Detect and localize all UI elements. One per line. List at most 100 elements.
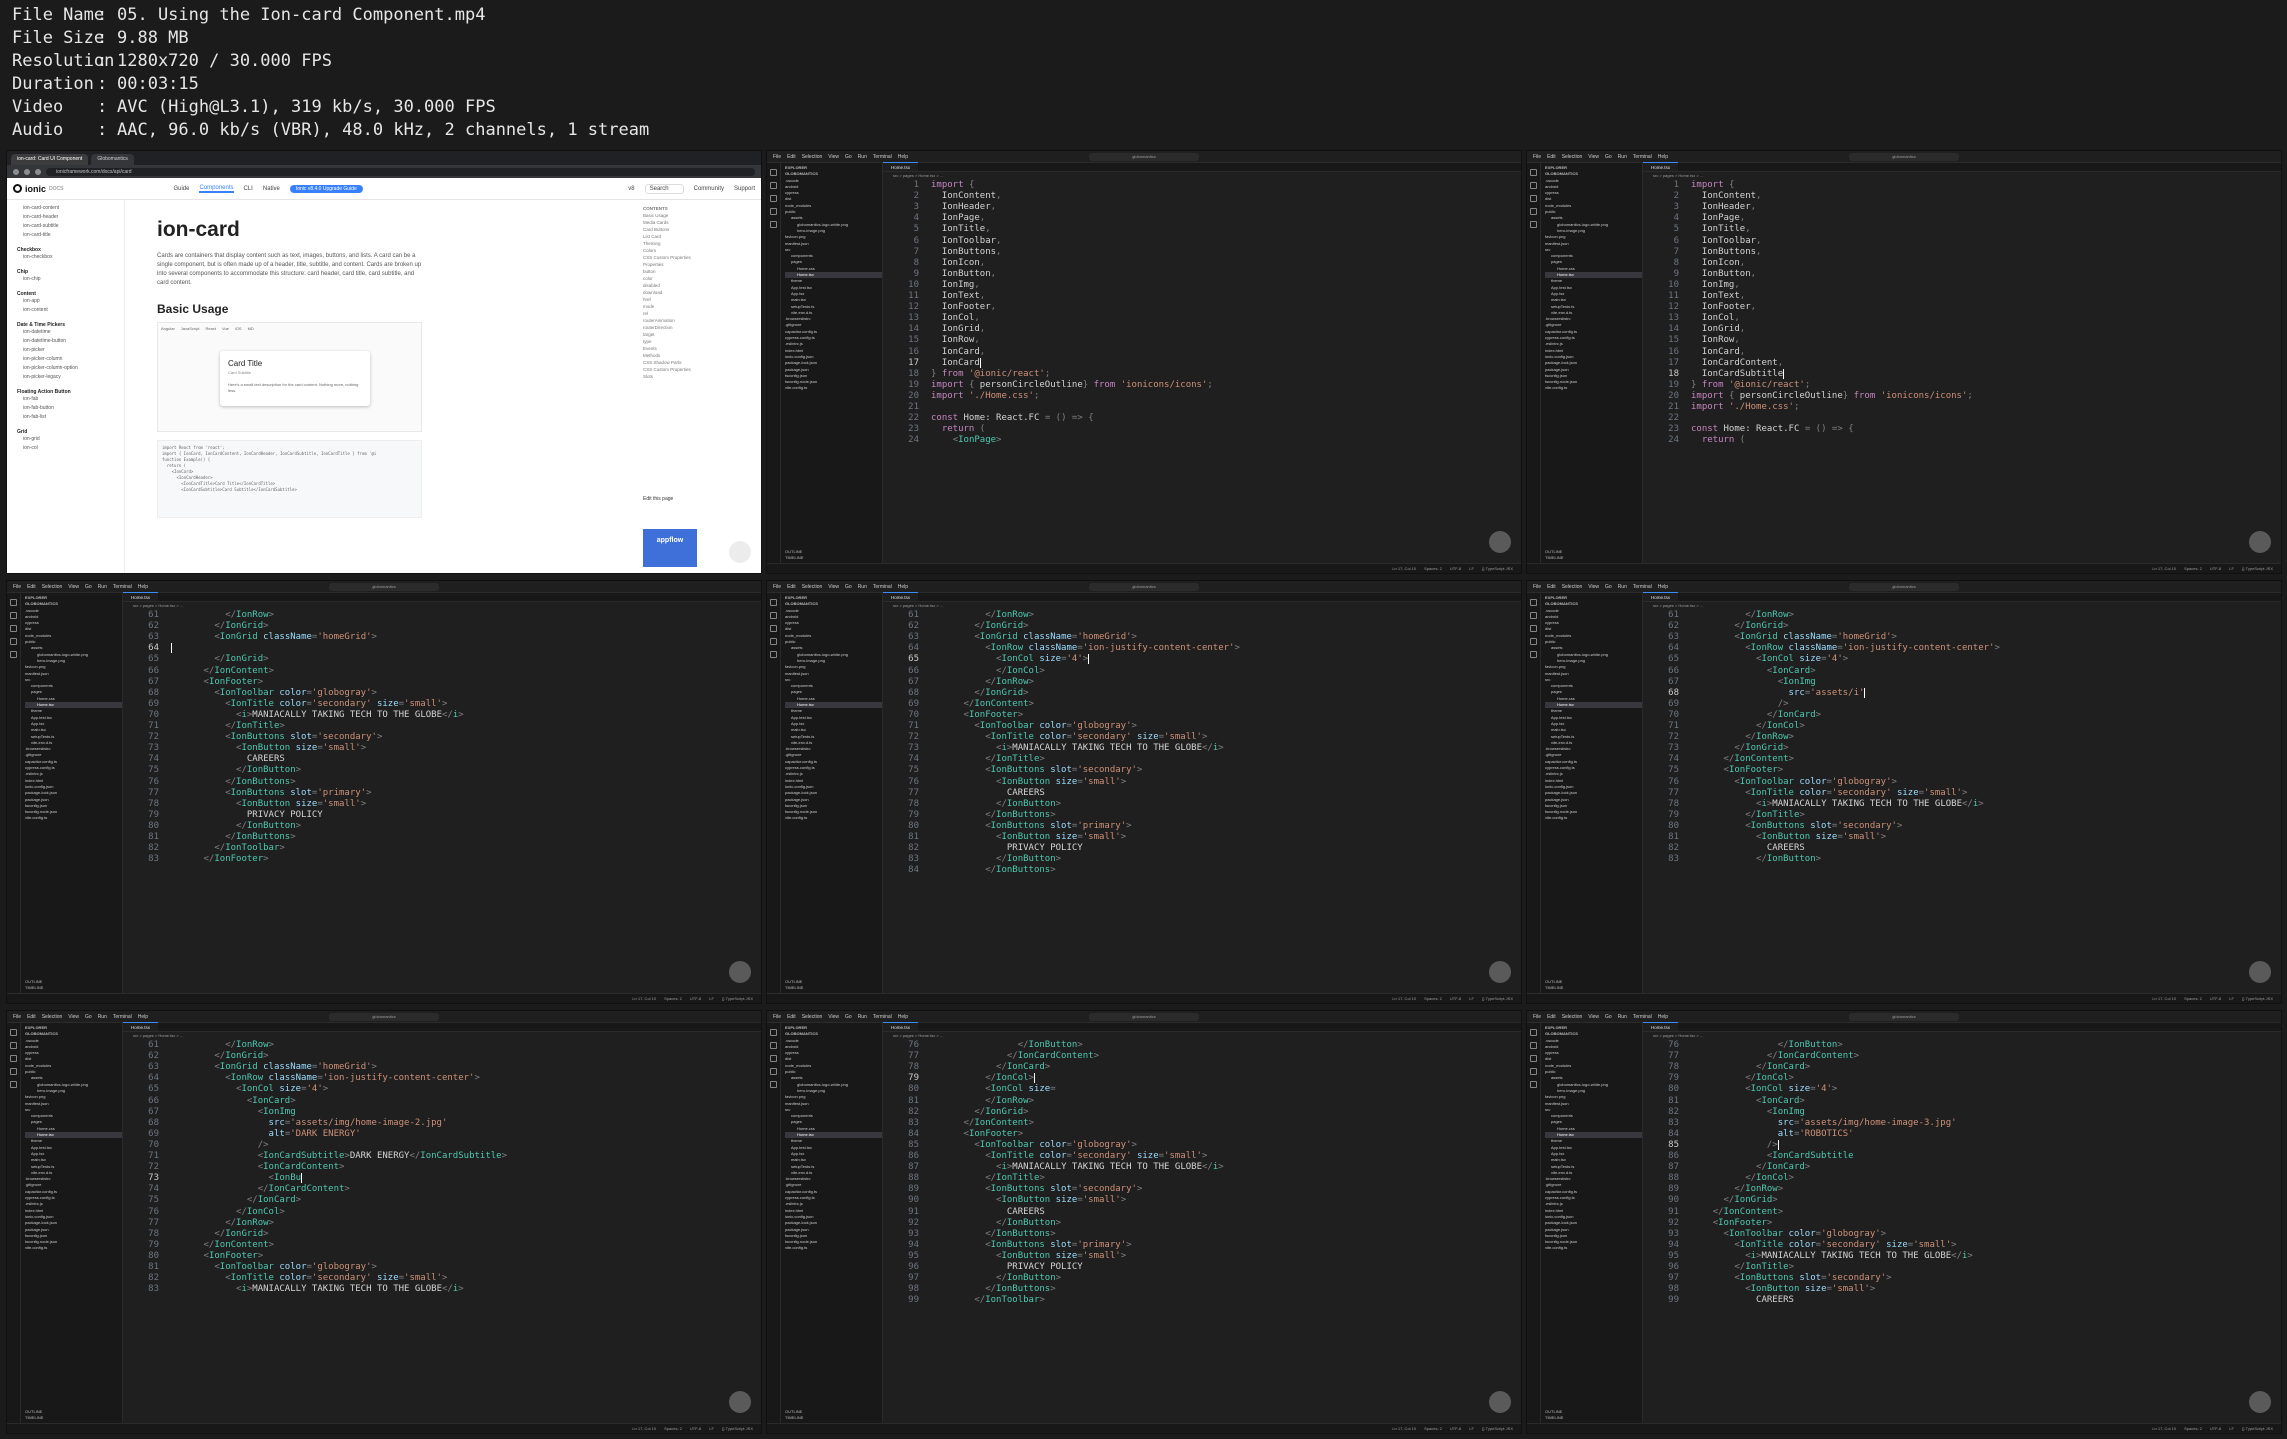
status-item[interactable]: {} TypeScript JSX (722, 1426, 753, 1431)
toc-item[interactable]: Properties (643, 261, 723, 268)
support-menu[interactable]: Support (734, 186, 755, 192)
status-item[interactable]: UTF-8 (2210, 566, 2221, 571)
sidebar-item[interactable]: ion-content (23, 306, 124, 315)
toc-item[interactable]: color (643, 275, 723, 282)
menu-item[interactable]: Edit (1547, 584, 1556, 590)
menu-item[interactable]: Go (1605, 584, 1612, 590)
status-item[interactable]: UTF-8 (1450, 1426, 1461, 1431)
toc-item[interactable]: Methods (643, 352, 723, 359)
menu-item[interactable]: Run (858, 584, 867, 590)
extensions-icon[interactable] (10, 651, 17, 658)
command-center[interactable]: globomantics (1849, 582, 1959, 591)
editor-tab[interactable]: Home.tsx (883, 1022, 919, 1031)
browser-tab[interactable]: ion-card: Card UI Component (11, 154, 89, 165)
editor-area[interactable]: Home.tsx src > pages > Home.tsx > ... 61 <… (883, 592, 1521, 993)
menu-item[interactable]: Run (1618, 1014, 1627, 1020)
nav-components[interactable]: Components (199, 185, 234, 193)
sidebar-item[interactable]: ion-col (23, 444, 124, 453)
status-item[interactable]: Ln 17, Col 10 (1392, 996, 1416, 1001)
nav-guide[interactable]: Guide (173, 186, 189, 192)
status-item[interactable]: Spaces: 2 (1424, 566, 1442, 571)
menu-item[interactable]: Terminal (1633, 584, 1652, 590)
reload-icon[interactable] (35, 168, 41, 175)
menu-item[interactable]: Go (845, 154, 852, 160)
toc-item[interactable]: Theming (643, 240, 723, 247)
demo-tab[interactable]: Vue (222, 326, 229, 331)
nav-native[interactable]: Native (263, 186, 280, 192)
files-icon[interactable] (10, 599, 17, 606)
menu-item[interactable]: Selection (42, 1014, 63, 1020)
status-item[interactable]: Ln 17, Col 10 (632, 996, 656, 1001)
search-icon[interactable] (10, 1042, 17, 1049)
editor-tab[interactable]: Home.tsx (123, 592, 159, 601)
menu-item[interactable]: Edit (1547, 154, 1556, 160)
sidebar-item[interactable]: ion-card-content (23, 204, 124, 213)
menu-item[interactable]: Go (1605, 154, 1612, 160)
source-control-icon[interactable] (1530, 625, 1537, 632)
status-item[interactable]: {} TypeScript JSX (2242, 1426, 2273, 1431)
toc-item[interactable]: Basic Usage (643, 212, 723, 219)
demo-tab[interactable]: JavaScript (181, 326, 200, 331)
explorer-section[interactable]: TIMELINE (785, 985, 803, 991)
status-item[interactable]: {} TypeScript JSX (1482, 996, 1513, 1001)
command-center[interactable]: globomantics (329, 1012, 439, 1021)
search-icon[interactable] (770, 612, 777, 619)
explorer-item[interactable]: vite.config.ts (785, 1245, 882, 1251)
breadcrumb[interactable]: src > pages > Home.tsx > ... (1643, 172, 2281, 180)
menu-item[interactable]: Selection (42, 584, 63, 590)
extensions-icon[interactable] (1530, 221, 1537, 228)
menu-item[interactable]: Help (138, 1014, 148, 1020)
menu-item[interactable]: Selection (802, 1014, 823, 1020)
toc-item[interactable]: rel (643, 310, 723, 317)
explorer-item[interactable]: vite.config.ts (25, 815, 122, 821)
sidebar-item[interactable]: ion-picker-column (23, 355, 124, 364)
status-item[interactable]: {} TypeScript JSX (2242, 566, 2273, 571)
toc-item[interactable]: CSS Custom Properties (643, 254, 723, 261)
appflow-ad[interactable]: appflow (643, 529, 697, 567)
menu-item[interactable]: Go (845, 1014, 852, 1020)
sidebar-item[interactable]: ion-picker-legacy (23, 373, 124, 382)
toc-item[interactable]: CSS Shadow Parts (643, 359, 723, 366)
toc-item[interactable]: download (643, 289, 723, 296)
status-item[interactable]: LF (2229, 996, 2234, 1001)
toc-item[interactable]: href (643, 296, 723, 303)
menu-item[interactable]: Selection (1562, 1014, 1583, 1020)
extensions-icon[interactable] (1530, 651, 1537, 658)
run-debug-icon[interactable] (770, 1068, 777, 1075)
source-control-icon[interactable] (770, 625, 777, 632)
status-item[interactable]: Spaces: 2 (1424, 1426, 1442, 1431)
breadcrumb[interactable]: src > pages > Home.tsx > ... (1643, 1032, 2281, 1040)
source-control-icon[interactable] (10, 625, 17, 632)
demo-tab[interactable]: MD (248, 326, 254, 331)
run-debug-icon[interactable] (770, 208, 777, 215)
search-box[interactable]: Search (644, 183, 684, 194)
status-item[interactable]: LF (709, 1426, 714, 1431)
status-item[interactable]: UTF-8 (1450, 996, 1461, 1001)
toc-item[interactable]: Media Cards (643, 219, 723, 226)
editor-tab[interactable]: Home.tsx (883, 162, 919, 171)
forward-icon[interactable] (24, 168, 30, 175)
sidebar-item[interactable]: ion-datetime-button (23, 337, 124, 346)
menu-item[interactable]: Terminal (1633, 1014, 1652, 1020)
menu-item[interactable]: Run (1618, 584, 1627, 590)
search-icon[interactable] (1530, 1042, 1537, 1049)
menu-item[interactable]: File (1533, 584, 1541, 590)
menu-item[interactable]: Run (98, 1014, 107, 1020)
menu-item[interactable]: Edit (787, 1014, 796, 1020)
menu-item[interactable]: Terminal (113, 584, 132, 590)
sidebar-item[interactable]: ion-card-subtitle (23, 222, 124, 231)
run-debug-icon[interactable] (770, 638, 777, 645)
menu-item[interactable]: Terminal (113, 1014, 132, 1020)
demo-tab[interactable]: iOS (235, 326, 242, 331)
overlay-button[interactable] (1489, 961, 1511, 983)
editor-tab[interactable]: Home.tsx (123, 1022, 159, 1031)
toc-item[interactable]: routerAnimation (643, 317, 723, 324)
status-item[interactable]: Ln 17, Col 10 (1392, 566, 1416, 571)
toc-item[interactable]: Slots (643, 373, 723, 380)
source-control-icon[interactable] (1530, 1055, 1537, 1062)
menu-item[interactable]: Help (138, 584, 148, 590)
menu-item[interactable]: Edit (787, 154, 796, 160)
menu-item[interactable]: View (68, 584, 79, 590)
menu-item[interactable]: Help (898, 584, 908, 590)
breadcrumb[interactable]: src > pages > Home.tsx > ... (123, 602, 761, 610)
